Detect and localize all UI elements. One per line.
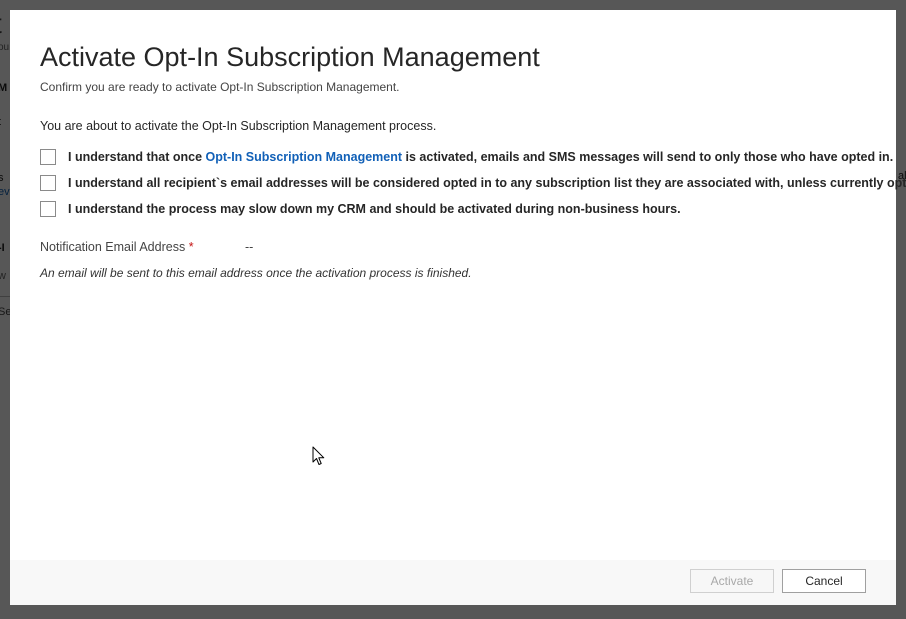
checkbox-label: I understand the process may slow down m…	[68, 202, 681, 216]
checkbox-opted-in-default[interactable]	[40, 175, 56, 191]
activation-dialog: Activate Opt-In Subscription Management …	[10, 10, 906, 605]
notification-email-note: An email will be sent to this email addr…	[40, 266, 472, 280]
notification-email-label: Notification Email Address *	[40, 240, 194, 254]
notification-email-label-text: Notification Email Address	[40, 240, 186, 254]
opt-in-subscription-management-link[interactable]: Opt-In Subscription Management	[206, 150, 403, 164]
mouse-pointer-icon	[312, 446, 325, 465]
checkbox-label-suffix: is activated, emails and SMS messages wi…	[402, 150, 894, 164]
activate-button[interactable]: Activate	[690, 569, 774, 593]
checkbox-label: I understand all recipient`s email addre…	[68, 176, 906, 190]
checkbox-row-slow-down-crm: I understand the process may slow down m…	[40, 200, 681, 218]
dialog-subtitle: Confirm you are ready to activate Opt-In…	[40, 80, 400, 94]
checkbox-opt-in-only[interactable]	[40, 149, 56, 165]
checkbox-slow-down-crm[interactable]	[40, 201, 56, 217]
checkbox-row-opted-in-default: I understand all recipient`s email addre…	[40, 174, 906, 192]
notification-email-value[interactable]: --	[245, 240, 253, 254]
checkbox-label-prefix: I understand that once	[68, 150, 206, 164]
intro-text: You are about to activate the Opt-In Sub…	[40, 119, 437, 133]
dialog-title: Activate Opt-In Subscription Management	[40, 42, 540, 72]
checkbox-label: I understand that once Opt-In Subscripti…	[68, 150, 893, 164]
checkbox-row-opt-in-only: I understand that once Opt-In Subscripti…	[40, 148, 893, 166]
required-marker: *	[188, 240, 194, 254]
dialog-footer: Activate Cancel	[10, 560, 896, 605]
cancel-button[interactable]: Cancel	[782, 569, 866, 593]
